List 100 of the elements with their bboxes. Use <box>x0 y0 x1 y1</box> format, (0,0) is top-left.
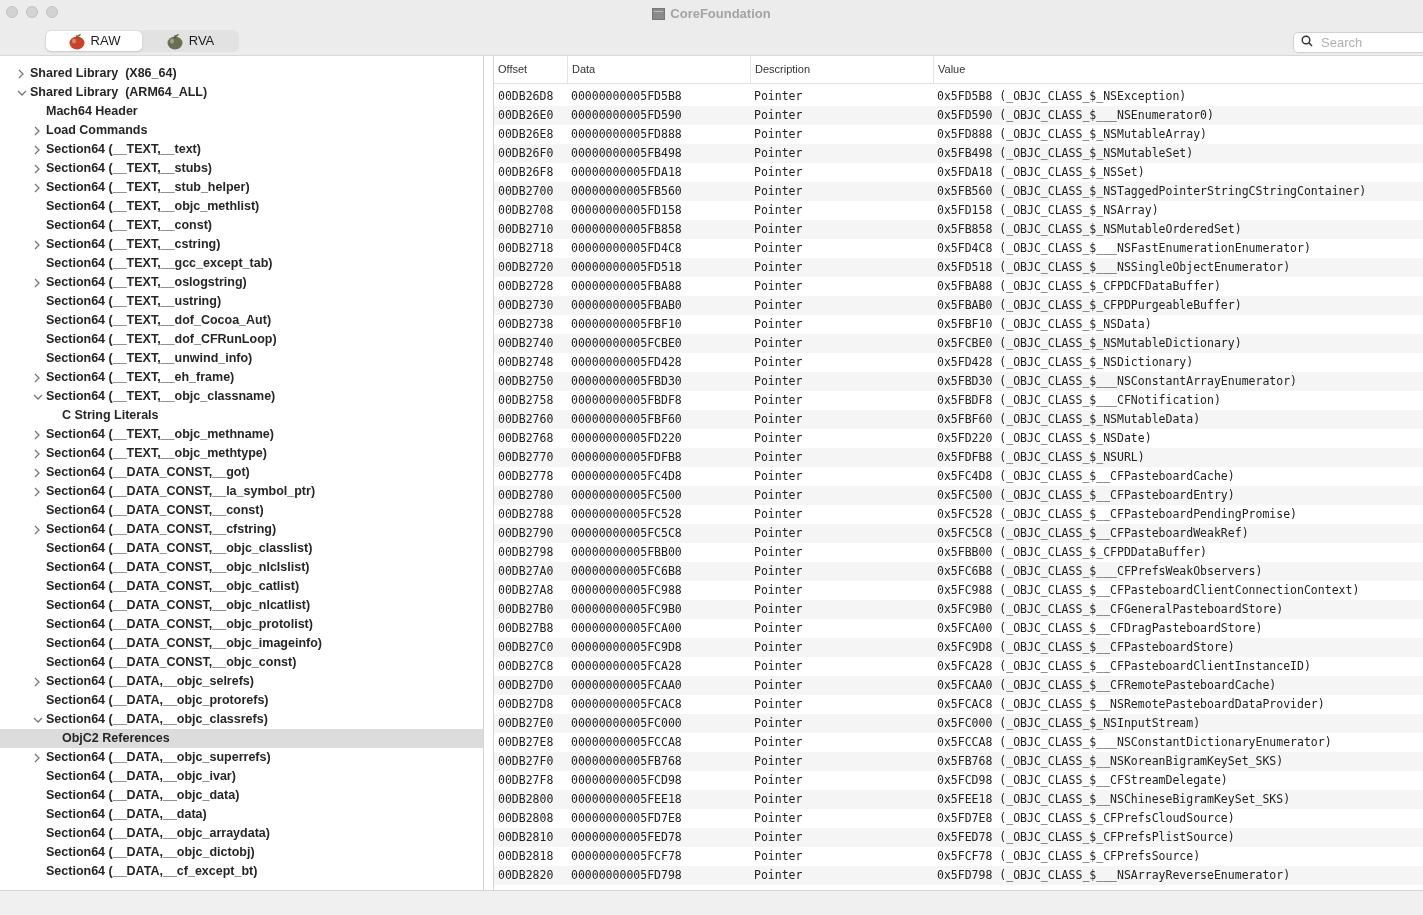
tree-row[interactable]: Section64 (__DATA_CONST,__objc_nlcatlist) <box>0 596 483 615</box>
column-header[interactable]: Description <box>750 56 933 83</box>
chevron-right-icon[interactable] <box>33 277 41 288</box>
document-icon <box>652 7 666 20</box>
table-cell-text: 00DB27F0 <box>497 752 555 770</box>
tree-row[interactable]: C String Literals <box>0 406 483 425</box>
chevron-right-icon[interactable] <box>33 467 41 478</box>
table-cell-text: Pointer <box>753 372 804 390</box>
tree-row[interactable]: Shared Library (X86_64) <box>0 64 483 83</box>
table-cell-text: 00DB2738 <box>497 315 555 333</box>
table-cell-text: 00000000005FD7E8 <box>570 809 683 827</box>
tree-row[interactable]: Section64 (__TEXT,__stub_helper) <box>0 178 483 197</box>
chevron-right-icon[interactable] <box>33 429 41 440</box>
tree-row[interactable]: Section64 (__DATA,__objc_classrefs) <box>0 710 483 729</box>
tree-row[interactable]: Section64 (__TEXT,__dof_Cocoa_Aut) <box>0 311 483 330</box>
table-cell-text: 00000000005FED78 <box>570 828 683 846</box>
chevron-right-icon[interactable] <box>33 752 41 763</box>
tree-row[interactable]: Section64 (__TEXT,__objc_methlist) <box>0 197 483 216</box>
chevron-right-icon[interactable] <box>33 372 41 383</box>
tree-row[interactable]: Section64 (__DATA,__objc_arraydata) <box>0 824 483 843</box>
column-header[interactable]: Data <box>567 56 750 83</box>
tree-row[interactable]: Section64 (__TEXT,__cstring) <box>0 235 483 254</box>
tree-row[interactable]: Shared Library (ARM64_ALL) <box>0 83 483 102</box>
tree-row[interactable]: Section64 (__TEXT,__objc_methname) <box>0 425 483 444</box>
table-cell-text: Pointer <box>753 125 804 143</box>
tree-row[interactable]: Mach64 Header <box>0 102 483 121</box>
tree-row[interactable]: Section64 (__DATA_CONST,__objc_imageinfo) <box>0 634 483 653</box>
chevron-down-icon[interactable] <box>17 88 27 97</box>
table-cell-text: 00000000005FD220 <box>570 429 683 447</box>
tree-row[interactable]: Section64 (__TEXT,__unwind_info) <box>0 349 483 368</box>
tree-row[interactable]: Section64 (__DATA,__objc_ivar) <box>0 767 483 786</box>
tree-row[interactable]: Section64 (__DATA_CONST,__const) <box>0 501 483 520</box>
table-cell-text: 0x5FEE18 (_OBJC_CLASS_$__NSChineseBigramKeySet_SKS) <box>936 790 1292 808</box>
chevron-right-icon[interactable] <box>17 68 25 79</box>
tree-row[interactable]: Section64 (__DATA,__objc_data) <box>0 786 483 805</box>
tree-row[interactable]: Section64 (__TEXT,__objc_methtype) <box>0 444 483 463</box>
table-cell-text: Pointer <box>753 391 804 409</box>
chevron-right-icon[interactable] <box>33 676 41 687</box>
tree-row[interactable]: Section64 (__TEXT,__objc_classname) <box>0 387 483 406</box>
table-cell-text: 00000000005FCA00 <box>570 619 683 637</box>
chevron-right-icon[interactable] <box>33 524 41 535</box>
table-cell-text: Pointer <box>753 733 804 751</box>
tree-row[interactable]: Section64 (__TEXT,__gcc_except_tab) <box>0 254 483 273</box>
chevron-right-icon[interactable] <box>33 144 41 155</box>
chevron-right-icon[interactable] <box>33 448 41 459</box>
table-cell-text: 0x5FBAB0 (_OBJC_CLASS_$_CFPDPurgeableBuffer) <box>936 296 1243 314</box>
table-cell-text: 0x5FD428 (_OBJC_CLASS_$_NSDictionary) <box>936 353 1195 371</box>
tree-row[interactable]: Section64 (__DATA_CONST,__objc_nlclslist) <box>0 558 483 577</box>
chevron-right-icon[interactable] <box>33 125 41 136</box>
tree-row[interactable]: Section64 (__DATA_CONST,__la_symbol_ptr) <box>0 482 483 501</box>
table-cell-text: 0x5FD888 (_OBJC_CLASS_$_NSMutableArray) <box>936 125 1209 143</box>
table-cell-text: 00DB2718 <box>497 239 555 257</box>
table-cell-text: 00DB27B0 <box>497 600 555 618</box>
chevron-right-icon[interactable] <box>33 486 41 497</box>
tree-row[interactable]: Section64 (__DATA,__data) <box>0 805 483 824</box>
table-cell-text: 00000000005FCAC8 <box>570 695 683 713</box>
tree-row[interactable]: Load Commands <box>0 121 483 140</box>
chevron-right-icon[interactable] <box>33 163 41 174</box>
tree-row[interactable]: Section64 (__DATA_CONST,__got) <box>0 463 483 482</box>
chevron-right-icon[interactable] <box>33 239 41 250</box>
table-cell-text: 00DB27F8 <box>497 771 555 789</box>
tree-row[interactable]: Section64 (__DATA_CONST,__objc_const) <box>0 653 483 672</box>
tree-row[interactable]: Section64 (__TEXT,__text) <box>0 140 483 159</box>
chevron-down-icon[interactable] <box>33 392 43 401</box>
tree-row[interactable]: Section64 (__TEXT,__oslogstring) <box>0 273 483 292</box>
table-cell-text: 00000000005FC9D8 <box>570 638 683 656</box>
table-cell-text: Pointer <box>753 543 804 561</box>
chevron-down-icon[interactable] <box>33 715 43 724</box>
mode-tab[interactable]: RAW <box>46 31 142 51</box>
chevron-right-icon[interactable] <box>33 182 41 193</box>
table-cell-text: Pointer <box>753 448 804 466</box>
table-cell-text: 00DB2700 <box>497 182 555 200</box>
table-cell-text: Pointer <box>753 144 804 162</box>
column-header[interactable]: Value <box>933 56 1423 83</box>
tree-row[interactable]: Section64 (__DATA_CONST,__objc_classlist) <box>0 539 483 558</box>
tree-row[interactable]: Section64 (__DATA_CONST,__cfstring) <box>0 520 483 539</box>
tree-row[interactable]: Section64 (__TEXT,__eh_frame) <box>0 368 483 387</box>
tree-row[interactable]: Section64 (__DATA_CONST,__objc_protolist) <box>0 615 483 634</box>
table-cell-text: 00000000005FC6B8 <box>570 562 683 580</box>
tree-row[interactable]: Section64 (__TEXT,__const) <box>0 216 483 235</box>
table-cell-text: 00000000005FCA28 <box>570 657 683 675</box>
tree-row[interactable]: Section64 (__DATA,__objc_dictobj) <box>0 843 483 862</box>
search-field[interactable]: Search <box>1293 32 1423 53</box>
table-cell-text: Pointer <box>753 277 804 295</box>
window-title: CoreFoundation <box>670 4 771 23</box>
tree-row[interactable]: Section64 (__DATA,__objc_superrefs) <box>0 748 483 767</box>
tree-row[interactable]: Section64 (__TEXT,__dof_CFRunLoop) <box>0 330 483 349</box>
column-header[interactable]: Offset <box>494 56 567 83</box>
mode-tab[interactable]: RVA <box>142 31 238 51</box>
tree-row[interactable]: Section64 (__DATA,__objc_selrefs) <box>0 672 483 691</box>
tree-row[interactable]: Section64 (__DATA_CONST,__objc_catlist) <box>0 577 483 596</box>
selected-tree-row[interactable]: ObjC2 References <box>0 729 483 748</box>
tree-row[interactable]: Section64 (__DATA,__objc_protorefs) <box>0 691 483 710</box>
table-cell-text: Pointer <box>753 619 804 637</box>
tree-row[interactable]: Section64 (__TEXT,__stubs) <box>0 159 483 178</box>
table-cell-text: Pointer <box>753 866 804 884</box>
tree-row[interactable]: Section64 (__TEXT,__ustring) <box>0 292 483 311</box>
tree-row[interactable]: Section64 (__DATA,__cf_except_bt) <box>0 862 483 881</box>
table-cell-text: 00000000005FBD30 <box>570 372 683 390</box>
table-cell-text: 0x5FCD98 (_OBJC_CLASS_$__CFStreamDelegate) <box>936 771 1229 789</box>
